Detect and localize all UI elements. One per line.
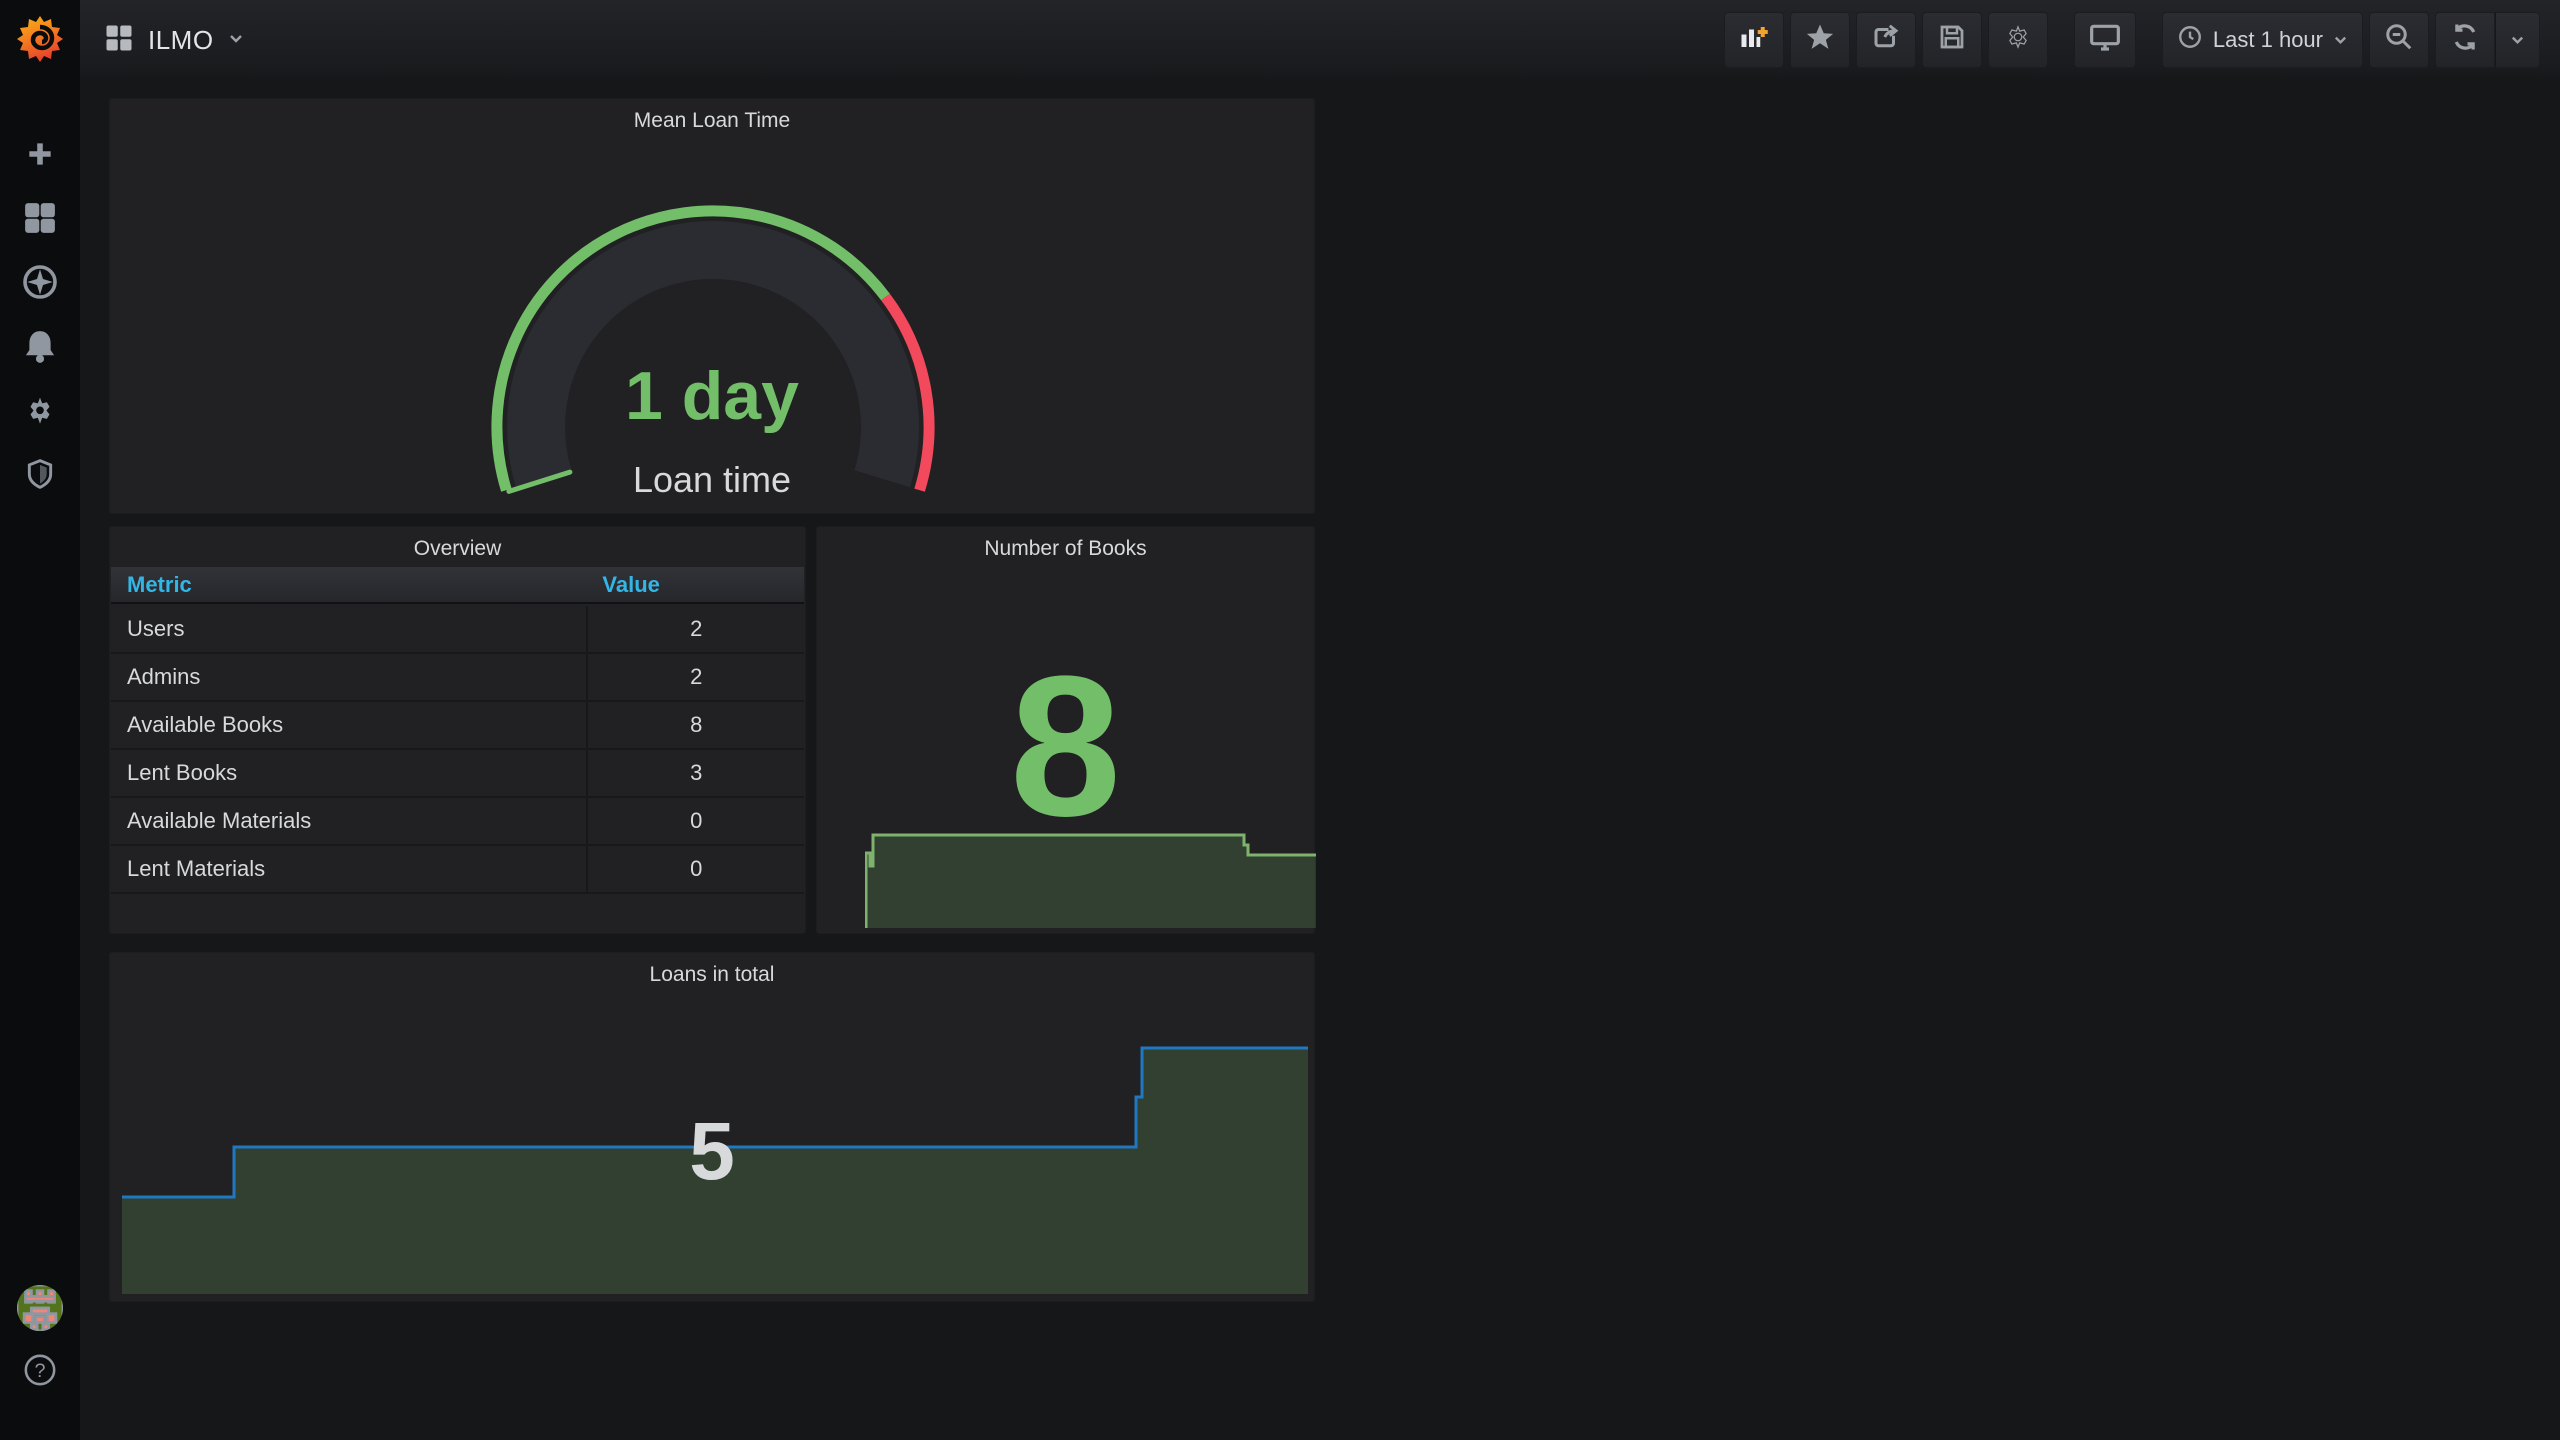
add-panel-button[interactable] [1723, 12, 1784, 68]
sidebar-item-explore[interactable] [22, 264, 58, 305]
sidebar-item-alerting[interactable] [22, 330, 58, 366]
plus-icon [24, 138, 56, 175]
cell-value: 2 [586, 654, 804, 700]
chevron-down-icon [2333, 27, 2348, 53]
column-header-metric[interactable]: Metric [111, 567, 586, 602]
cell-value: 3 [586, 750, 804, 796]
sidebar-bottom: ? [0, 1284, 80, 1390]
cell-metric: Available Materials [127, 808, 312, 833]
cell-metric: Lent Books [127, 760, 238, 785]
dashboards-icon [23, 201, 57, 240]
books-stat-value: 8 [1009, 635, 1122, 858]
panel-overview-table: Overview Metric Value Users 2 Admins 2 Avail… [109, 526, 806, 934]
time-range-picker[interactable]: Last 1 hour [2161, 12, 2363, 68]
loan-time-gauge [483, 137, 943, 509]
table-row: Available Materials 0 [111, 798, 804, 846]
server-admin-shield-icon [24, 458, 56, 495]
cell-value: 8 [586, 702, 804, 748]
share-dashboard-button[interactable] [1855, 12, 1916, 68]
sidebar-item-create[interactable] [22, 138, 58, 174]
user-avatar [17, 1284, 63, 1336]
cell-metric: Users [127, 616, 185, 641]
dashboard-settings-button[interactable] [1987, 12, 2048, 68]
zoom-out-time-button[interactable] [2369, 12, 2429, 68]
zoom-out-icon [2384, 22, 2414, 58]
save-dashboard-button[interactable] [1921, 12, 1982, 68]
table-body: Users 2 Admins 2 Available Books 8 Lent Books 3… [111, 606, 804, 894]
chevron-down-icon [228, 30, 244, 51]
table-row: Available Books 8 [111, 702, 804, 750]
navbar: ILMO Last 1 hour [80, 0, 2560, 80]
clock-icon [2177, 24, 2203, 56]
panel-number-of-books: Number of Books 8 [816, 526, 1316, 934]
table-row: Lent Materials 0 [111, 846, 804, 894]
refresh-icon [2450, 22, 2480, 58]
refresh-button[interactable] [2435, 12, 2495, 68]
sidebar: ? [0, 0, 80, 1440]
save-icon [1937, 22, 1967, 58]
sidebar-item-server-admin[interactable] [22, 458, 58, 494]
cell-metric: Lent Materials [127, 856, 266, 881]
dashboard-title-button[interactable]: ILMO [104, 23, 244, 58]
user-profile-button[interactable] [17, 1284, 63, 1331]
gauge-value: 1 day [625, 358, 799, 434]
chevron-down-icon [2510, 27, 2525, 53]
cell-metric: Admins [127, 664, 201, 689]
table-header: Metric Value [111, 567, 804, 604]
refresh-group [2435, 12, 2540, 68]
table-row: Users 2 [111, 606, 804, 654]
column-header-value[interactable]: Value [586, 567, 804, 602]
gauge-label: Loan time [632, 459, 792, 500]
dashboard-title: ILMO [148, 24, 214, 55]
cell-value: 0 [586, 846, 804, 892]
table-row: Admins 2 [111, 654, 804, 702]
cell-value: 0 [586, 798, 804, 844]
star-icon [1805, 22, 1835, 58]
mark-favorite-button[interactable] [1789, 12, 1850, 68]
panel-mean-loan-time: Mean Loan Time 1 day Loan time [109, 98, 1315, 514]
explore-compass-icon [22, 264, 58, 305]
share-icon [1871, 22, 1901, 58]
monitor-icon [2089, 21, 2121, 59]
cell-value: 2 [586, 606, 804, 652]
panel-loans-in-total: Loans in total 5 [109, 952, 1315, 1302]
alerting-bell-icon [23, 329, 57, 368]
panel-title[interactable]: Overview [110, 537, 805, 561]
help-icon: ? [23, 1353, 57, 1392]
sidebar-menu [0, 138, 80, 494]
refresh-interval-button[interactable] [2495, 12, 2540, 68]
configuration-gear-icon [23, 393, 57, 432]
cycle-view-mode-button[interactable] [2073, 12, 2136, 68]
loans-stat-value: 5 [689, 1106, 735, 1197]
help-button[interactable]: ? [22, 1354, 58, 1390]
table-row: Lent Books 3 [111, 750, 804, 798]
cell-metric: Available Books [127, 712, 284, 737]
panel-title[interactable]: Number of Books [817, 537, 1314, 561]
panel-title[interactable]: Mean Loan Time [110, 109, 1314, 133]
gear-icon [2003, 22, 2033, 58]
add-panel-icon [1739, 22, 1769, 58]
navbar-actions: Last 1 hour [1723, 12, 2540, 68]
time-range-label: Last 1 hour [2212, 27, 2323, 52]
sidebar-item-configuration[interactable] [22, 394, 58, 430]
grafana-logo[interactable] [14, 12, 66, 64]
svg-text:?: ? [34, 1360, 45, 1382]
dashboard-squares-icon [104, 23, 134, 58]
sidebar-item-dashboards[interactable] [22, 202, 58, 238]
